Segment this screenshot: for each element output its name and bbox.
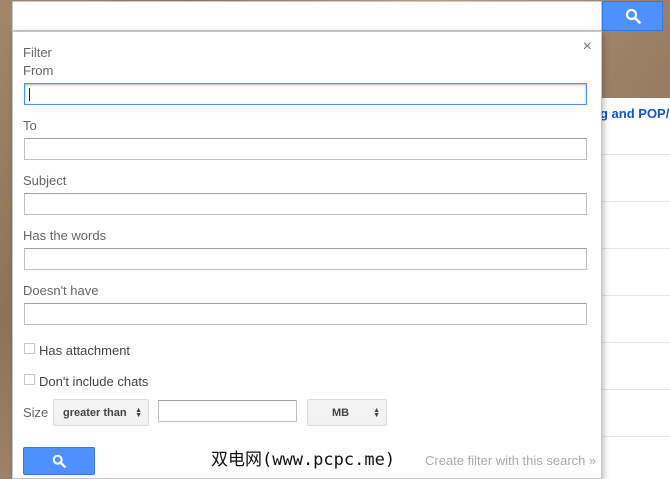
size-operator-value: greater than xyxy=(63,406,127,419)
has-words-label: Has the words xyxy=(23,228,107,243)
subject-input[interactable] xyxy=(24,193,587,215)
doesnt-have-input[interactable] xyxy=(24,303,587,325)
size-unit-value: MB xyxy=(332,406,350,419)
search-icon xyxy=(625,8,641,24)
top-search-input[interactable] xyxy=(12,1,602,31)
has-attachment-checkbox[interactable] xyxy=(24,343,35,354)
panel-divider xyxy=(602,154,670,155)
watermark-text: 双电网(www.pcpc.me) xyxy=(211,450,396,470)
select-arrows-icon: ▲ ▼ xyxy=(373,407,380,419)
dialog-title: Filter xyxy=(23,45,52,60)
panel-divider xyxy=(602,389,670,390)
create-filter-link[interactable]: Create filter with this search » xyxy=(425,453,596,468)
background-settings-panel: g and POP/I xyxy=(600,98,670,479)
has-words-input[interactable] xyxy=(24,248,587,270)
from-label: From xyxy=(23,63,54,78)
size-label: Size xyxy=(23,405,49,420)
search-icon xyxy=(52,454,66,468)
dont-include-chats-checkbox[interactable] xyxy=(24,374,35,385)
filter-dialog: × Filter From To Subject Has the words D… xyxy=(12,31,602,479)
from-input[interactable] xyxy=(24,83,587,105)
to-input[interactable] xyxy=(24,138,587,160)
top-search-button[interactable] xyxy=(602,1,663,31)
doesnt-have-label: Doesn't have xyxy=(23,283,99,298)
panel-divider xyxy=(602,201,670,202)
size-unit-select[interactable]: MB ▲ ▼ xyxy=(307,399,387,426)
subject-label: Subject xyxy=(23,173,67,188)
to-label: To xyxy=(23,118,37,133)
dont-include-chats-label: Don't include chats xyxy=(39,374,149,389)
forwarding-pop-link[interactable]: g and POP/I xyxy=(600,106,670,121)
panel-divider xyxy=(602,436,670,437)
panel-divider xyxy=(602,295,670,296)
has-attachment-label: Has attachment xyxy=(39,343,131,358)
close-icon[interactable]: × xyxy=(583,38,592,56)
size-operator-select[interactable]: greater than ▲ ▼ xyxy=(53,399,149,426)
size-value-input[interactable] xyxy=(158,400,297,422)
panel-divider xyxy=(602,342,670,343)
panel-divider xyxy=(602,248,670,249)
text-caret xyxy=(29,88,30,101)
select-arrows-icon: ▲ ▼ xyxy=(135,407,142,419)
search-button[interactable] xyxy=(23,447,95,475)
